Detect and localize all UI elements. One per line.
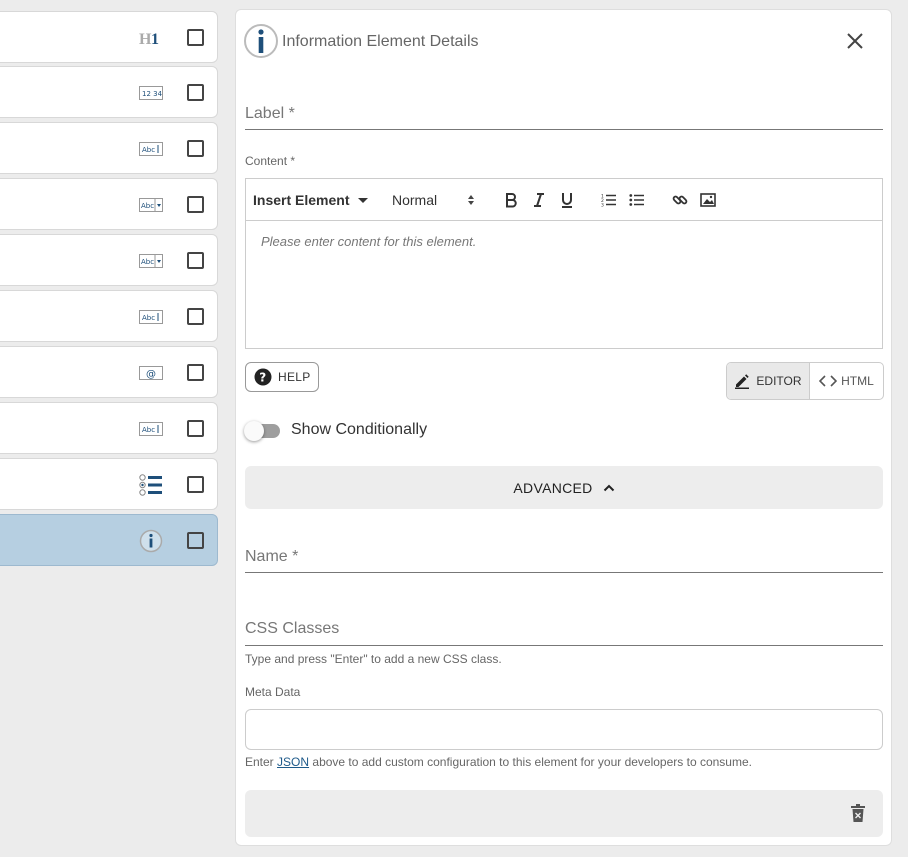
row-checkbox[interactable]: [187, 29, 204, 46]
underline-icon[interactable]: [558, 190, 576, 210]
rich-text-editor: Insert Element Normal 123 Please enter c…: [245, 178, 883, 349]
row-checkbox[interactable]: [187, 252, 204, 269]
json-link[interactable]: JSON: [277, 755, 309, 769]
list-item[interactable]: Abc: [0, 234, 218, 286]
delete-icon[interactable]: [851, 804, 865, 827]
list-item[interactable]: @: [0, 346, 218, 398]
list-item[interactable]: 12 34: [0, 66, 218, 118]
text-input-icon: Abc: [139, 306, 163, 328]
svg-text:Abc: Abc: [141, 258, 154, 266]
format-value: Normal: [392, 192, 438, 208]
svg-text:12 34: 12 34: [142, 90, 163, 98]
editor-mode-toggle: EDITOR HTML: [726, 362, 884, 400]
select-arrows-icon: [468, 195, 475, 205]
email-input-icon: @: [139, 362, 163, 384]
heading-icon: H1: [139, 27, 163, 49]
row-checkbox[interactable]: [187, 308, 204, 325]
html-mode-button[interactable]: HTML: [810, 363, 883, 399]
editor-content-area[interactable]: Please enter content for this element.: [261, 234, 476, 249]
close-icon[interactable]: [844, 30, 866, 52]
css-classes-hint: Type and press "Enter" to add a new CSS …: [245, 652, 502, 666]
css-classes-underline: [245, 645, 883, 646]
name-field-underline: [245, 572, 883, 573]
question-circle-icon: ?: [254, 368, 272, 386]
list-item-selected[interactable]: [0, 514, 218, 566]
row-checkbox[interactable]: [187, 476, 204, 493]
info-icon: [244, 24, 278, 58]
advanced-label: ADVANCED: [513, 479, 593, 496]
italic-icon[interactable]: [530, 190, 548, 210]
insert-element-dropdown[interactable]: Insert Element: [253, 190, 369, 210]
element-details-panel: Information Element Details Label * Cont…: [235, 9, 892, 846]
help-button[interactable]: ? HELP: [245, 362, 319, 392]
svg-text:Abc: Abc: [141, 202, 154, 210]
list-item[interactable]: Abc: [0, 122, 218, 174]
dropdown-icon: Abc: [139, 194, 163, 216]
row-checkbox[interactable]: [187, 420, 204, 437]
html-mode-label: HTML: [841, 374, 874, 388]
list-item[interactable]: Abc: [0, 178, 218, 230]
format-select[interactable]: Normal: [392, 190, 475, 210]
dropdown-icon: Abc: [139, 250, 163, 272]
list-item[interactable]: Abc: [0, 290, 218, 342]
radio-list-icon: [139, 474, 163, 496]
caret-down-icon: [358, 198, 369, 203]
element-list: H1 12 34 Abc Abc Abc Abc @ Abc: [0, 0, 219, 857]
list-item[interactable]: [0, 458, 218, 510]
name-field[interactable]: Name *: [245, 548, 298, 566]
svg-text:Abc: Abc: [142, 146, 155, 154]
pencil-icon: [735, 374, 750, 389]
toggle-thumb: [244, 421, 264, 441]
show-conditionally-toggle[interactable]: [244, 421, 280, 441]
image-icon[interactable]: [699, 190, 717, 210]
label-field[interactable]: Label *: [245, 105, 295, 123]
show-conditionally-label: Show Conditionally: [291, 421, 428, 438]
text-input-icon: Abc: [139, 418, 163, 440]
svg-text:Abc: Abc: [142, 426, 155, 434]
list-item[interactable]: Abc: [0, 402, 218, 454]
row-checkbox[interactable]: [187, 140, 204, 157]
svg-text:@: @: [146, 369, 156, 380]
insert-element-label: Insert Element: [253, 192, 350, 208]
editor-mode-label: EDITOR: [756, 374, 802, 388]
bullet-list-icon[interactable]: [628, 190, 646, 210]
meta-data-input[interactable]: [245, 709, 883, 750]
meta-data-hint: Enter JSON above to add custom configura…: [245, 755, 752, 769]
ordered-list-icon[interactable]: 123: [600, 190, 618, 210]
svg-text:1: 1: [151, 31, 159, 46]
row-checkbox[interactable]: [187, 196, 204, 213]
code-icon: [819, 375, 838, 387]
panel-footer: [245, 790, 883, 837]
editor-toolbar: Insert Element Normal 123: [246, 179, 882, 221]
meta-data-label: Meta Data: [245, 685, 301, 699]
content-label: Content *: [245, 154, 296, 168]
meta-hint-after: above to add custom configuration to thi…: [312, 755, 752, 769]
row-checkbox[interactable]: [187, 364, 204, 381]
number-input-icon: 12 34: [139, 82, 163, 104]
link-icon[interactable]: [671, 190, 689, 210]
list-item[interactable]: H1: [0, 11, 218, 63]
help-label: HELP: [278, 370, 311, 384]
panel-title: Information Element Details: [282, 33, 479, 50]
text-input-icon: Abc: [139, 138, 163, 160]
svg-text:3: 3: [601, 203, 604, 208]
bold-icon[interactable]: [502, 190, 520, 210]
editor-mode-button[interactable]: EDITOR: [727, 363, 810, 399]
row-checkbox[interactable]: [187, 532, 204, 549]
info-icon: [139, 529, 163, 553]
svg-text:?: ?: [259, 371, 266, 385]
label-field-underline: [245, 129, 883, 130]
row-checkbox[interactable]: [187, 84, 204, 101]
advanced-section-toggle[interactable]: ADVANCED: [245, 466, 883, 509]
meta-hint-before: Enter: [245, 755, 274, 769]
css-classes-field[interactable]: CSS Classes: [245, 620, 339, 638]
svg-text:Abc: Abc: [142, 314, 155, 322]
chevron-up-icon: [603, 484, 614, 491]
